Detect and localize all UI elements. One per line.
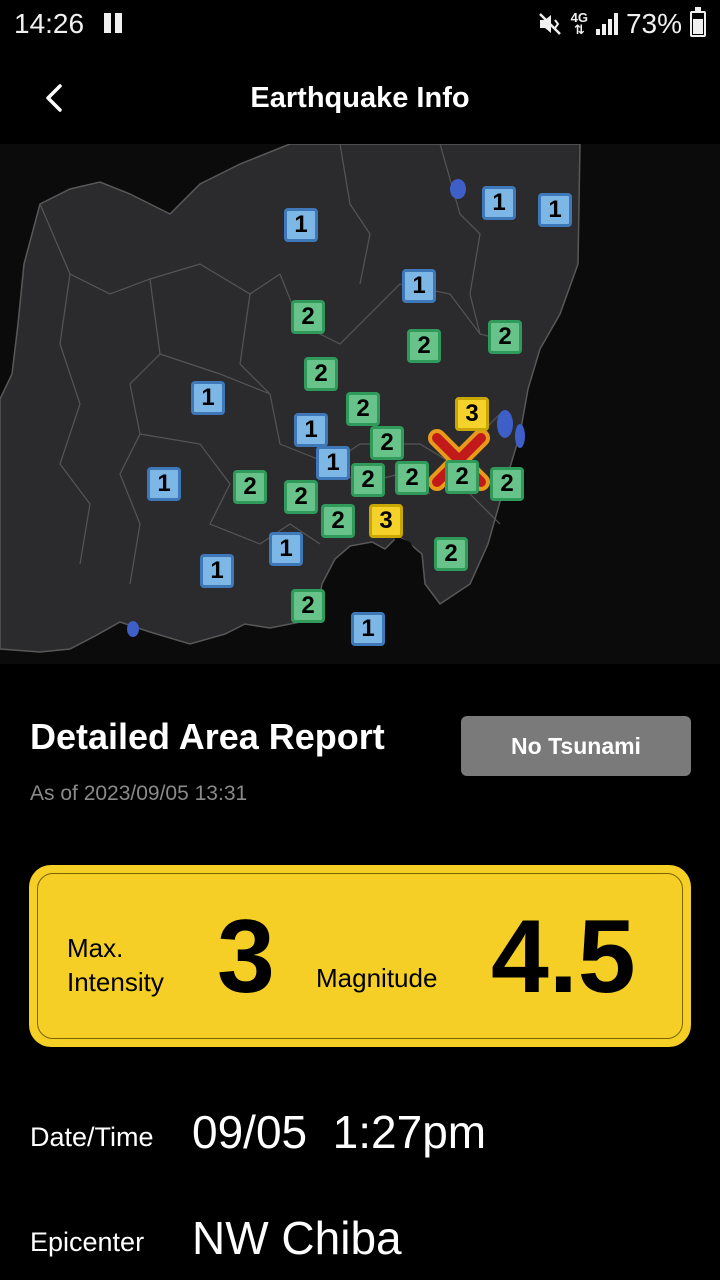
intensity-marker: 1 bbox=[269, 532, 303, 566]
status-bar: 14:26 4G ⇅ 73% bbox=[0, 0, 720, 52]
intensity-marker: 2 bbox=[284, 480, 318, 514]
intensity-marker: 2 bbox=[445, 460, 479, 494]
max-intensity-value: 3 bbox=[217, 899, 275, 1015]
intensity-marker: 3 bbox=[369, 504, 403, 538]
intensity-marker: 2 bbox=[407, 329, 441, 363]
intensity-marker: 2 bbox=[490, 467, 524, 501]
summary-card: Max. Intensity 3 Magnitude 4.5 bbox=[29, 865, 691, 1047]
signal-icon bbox=[595, 13, 618, 35]
intensity-marker: 1 bbox=[402, 269, 436, 303]
intensity-marker: 2 bbox=[291, 589, 325, 623]
datetime-value: 09/05 1:27pm bbox=[192, 1106, 487, 1158]
status-indicators: 4G ⇅ 73% bbox=[537, 7, 706, 40]
intensity-marker: 2 bbox=[321, 504, 355, 538]
epicenter-label: Epicenter bbox=[30, 1227, 145, 1257]
intensity-marker: 2 bbox=[346, 392, 380, 426]
intensity-marker: 1 bbox=[147, 467, 181, 501]
intensity-marker: 1 bbox=[294, 413, 328, 447]
max-intensity-label: Max. Intensity bbox=[67, 931, 164, 999]
as-of-timestamp: As of 2023/09/05 13:31 bbox=[30, 782, 248, 805]
app-header: Earthquake Info bbox=[0, 52, 720, 144]
intensity-marker: 1 bbox=[538, 193, 572, 227]
epicenter-value: NW Chiba bbox=[192, 1212, 402, 1264]
intensity-marker: 2 bbox=[351, 463, 385, 497]
page-title: Earthquake Info bbox=[250, 82, 470, 114]
intensity-marker: 1 bbox=[284, 208, 318, 242]
pause-icon bbox=[104, 13, 124, 33]
intensity-marker: 2 bbox=[291, 300, 325, 334]
datetime-label: Date/Time bbox=[30, 1122, 154, 1152]
intensity-marker: 2 bbox=[395, 461, 429, 495]
intensity-marker: 2 bbox=[233, 470, 267, 504]
max-intensity-label-text: Max. Intensity bbox=[67, 933, 164, 997]
intensity-map[interactable]: 1 1 1 1 2 2 2 2 1 2 3 1 2 1 1 2 2 2 2 2 … bbox=[0, 144, 720, 664]
tsunami-status-button[interactable]: No Tsunami bbox=[461, 716, 691, 776]
intensity-marker: 1 bbox=[316, 446, 350, 480]
intensity-marker: 1 bbox=[200, 554, 234, 588]
battery-icon bbox=[690, 7, 706, 37]
intensity-marker: 2 bbox=[434, 537, 468, 571]
intensity-marker: 2 bbox=[370, 426, 404, 460]
intensity-marker: 3 bbox=[455, 397, 489, 431]
intensity-marker: 2 bbox=[488, 320, 522, 354]
intensity-marker: 1 bbox=[191, 381, 225, 415]
status-time: 14:26 bbox=[14, 8, 85, 39]
intensity-marker: 1 bbox=[351, 612, 385, 646]
intensity-marker: 2 bbox=[304, 357, 338, 391]
battery-percent: 73% bbox=[625, 8, 682, 39]
mute-vibrate-icon bbox=[538, 13, 561, 35]
report-title: Detailed Area Report bbox=[30, 716, 385, 757]
magnitude-value: 4.5 bbox=[491, 899, 636, 1015]
intensity-marker: 1 bbox=[482, 186, 516, 220]
network-type: 4G ⇅ bbox=[570, 10, 588, 37]
magnitude-label: Magnitude bbox=[316, 963, 438, 993]
